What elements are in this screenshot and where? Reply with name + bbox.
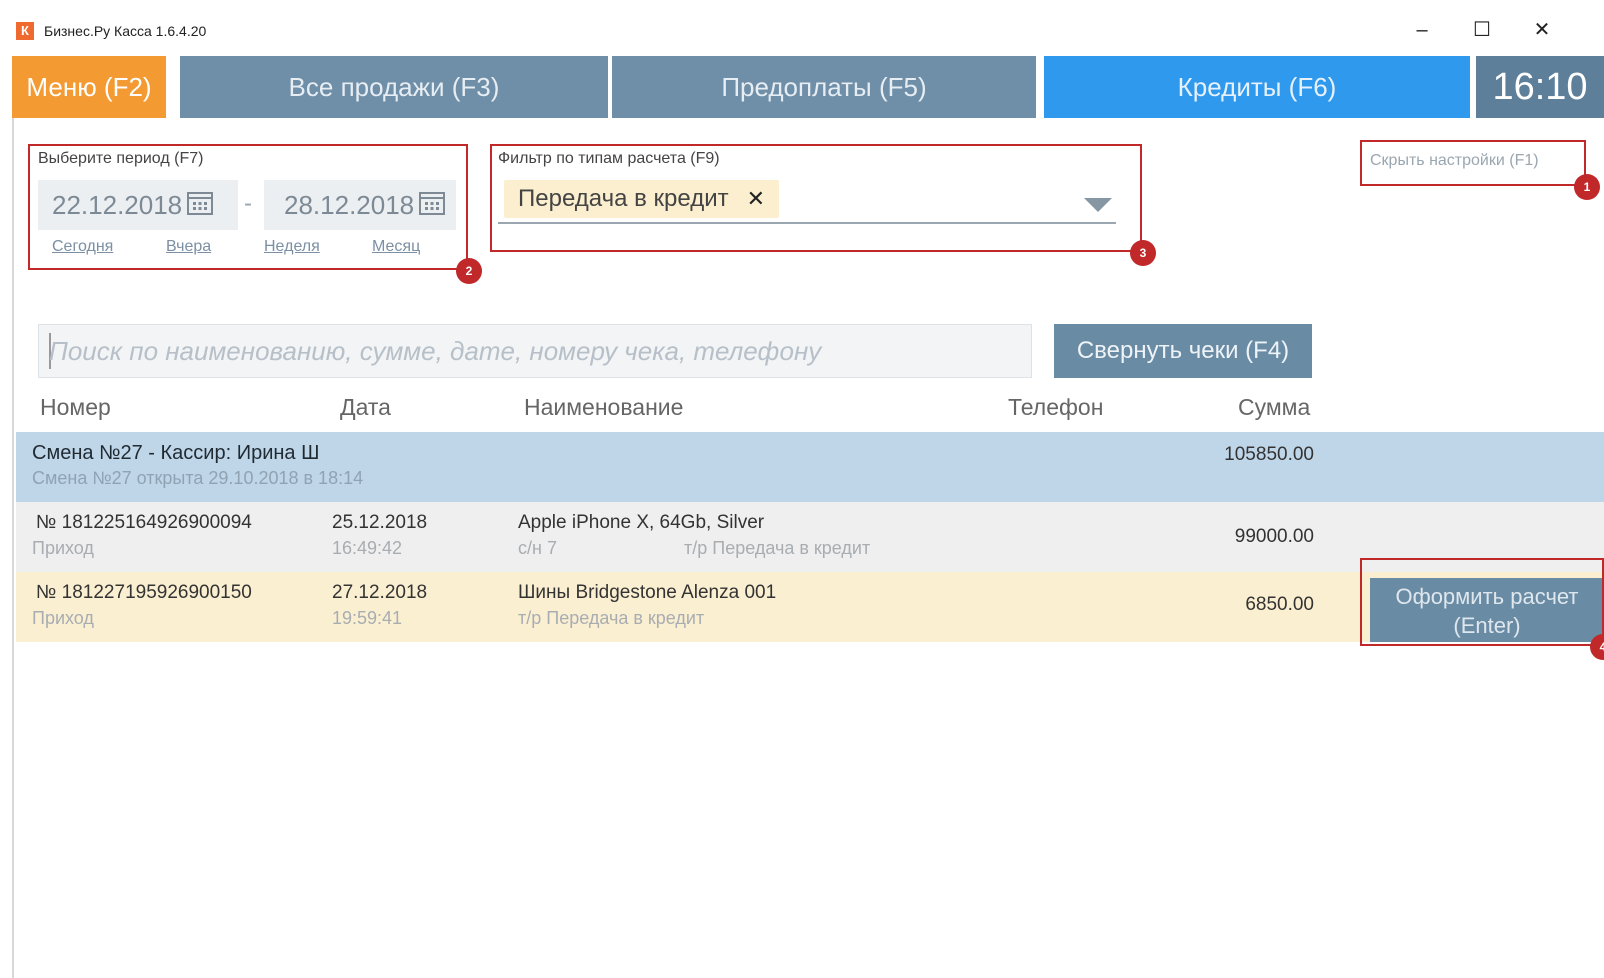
filter-chip-label: Передача в кредит [518, 185, 729, 212]
period-label: Выберите период (F7) [38, 150, 204, 167]
minimize-button[interactable]: – [1402, 14, 1442, 46]
menu-button[interactable]: Меню (F2) [12, 56, 166, 118]
filter-chip: Передача в кредит ✕ [504, 180, 780, 218]
pay-highlight [1360, 558, 1604, 646]
search-input[interactable] [49, 333, 1009, 369]
calendar-icon[interactable] [186, 190, 214, 216]
item-serial: с/н 7 [518, 538, 557, 558]
shift-title: Смена №27 - Кассир: Ирина Ш [32, 442, 320, 464]
column-number[interactable]: Номер [40, 394, 111, 421]
window-title: Бизнес.Ру Касса 1.6.4.20 [44, 23, 207, 39]
badge-1: 1 [1574, 174, 1600, 200]
date-to-value: 28.12.2018 [284, 190, 415, 220]
column-name[interactable]: Наименование [524, 394, 683, 421]
payment-type: т/р Передача в кредит [684, 538, 871, 558]
quick-today-link[interactable]: Сегодня [52, 238, 113, 256]
receipt-amount: 6850.00 [1245, 594, 1314, 615]
badge-4: 4 [1590, 634, 1604, 660]
shift-total: 105850.00 [1224, 444, 1314, 465]
calendar-icon[interactable] [418, 190, 446, 216]
receipt-date: 25.12.2018 [332, 512, 428, 533]
receipt-date: 27.12.2018 [332, 582, 428, 603]
collapse-receipts-button[interactable]: Свернуть чеки (F4) [1054, 324, 1312, 378]
column-date[interactable]: Дата [340, 394, 391, 421]
column-phone[interactable]: Телефон [1008, 394, 1103, 421]
filter-label: Фильтр по типам расчета (F9) [498, 150, 720, 167]
hide-settings-link[interactable]: Скрыть настройки (F1) [1370, 152, 1539, 170]
date-from-field[interactable]: 22.12.2018 [38, 180, 238, 230]
receipt-time: 19:59:41 [332, 608, 403, 628]
shift-row[interactable]: Смена №27 - Кассир: Ирина Ш Смена №27 от… [16, 432, 1604, 502]
badge-3: 3 [1130, 240, 1156, 266]
maximize-button[interactable]: ☐ [1462, 14, 1502, 46]
clock: 16:10 [1476, 56, 1604, 118]
receipt-type: Приход [32, 608, 94, 628]
date-separator: - [244, 190, 252, 217]
date-to-field[interactable]: 28.12.2018 [264, 180, 456, 230]
quick-month-link[interactable]: Месяц [372, 238, 420, 256]
title-bar: К Бизнес.Ру Касса 1.6.4.20 – ☐ ✕ [0, 0, 1604, 58]
receipt-time: 16:49:42 [332, 538, 403, 558]
badge-2: 2 [456, 258, 482, 284]
chip-remove-icon[interactable]: ✕ [747, 186, 765, 211]
dropdown-arrow-icon[interactable] [1084, 198, 1112, 212]
tab-prepayments[interactable]: Предоплаты (F5) [612, 56, 1036, 118]
receipt-number: № 181227195926900150 [36, 582, 252, 603]
item-name: Шины Bridgestone Alenza 001 [518, 582, 777, 603]
item-name: Apple iPhone X, 64Gb, Silver [518, 512, 765, 533]
filter-underline [498, 222, 1116, 224]
search-field[interactable] [38, 324, 1032, 378]
receipt-amount: 99000.00 [1234, 526, 1314, 547]
shift-subtitle: Смена №27 открыта 29.10.2018 в 18:14 [32, 468, 364, 488]
receipt-number: № 181225164926900094 [36, 512, 252, 533]
panel-border [12, 118, 14, 978]
payment-type: т/р Передача в кредит [518, 608, 705, 628]
date-from-value: 22.12.2018 [52, 190, 183, 220]
receipt-type: Приход [32, 538, 94, 558]
app-logo-icon: К [16, 22, 34, 40]
quick-week-link[interactable]: Неделя [264, 238, 320, 256]
tab-all-sales[interactable]: Все продажи (F3) [180, 56, 608, 118]
column-amount[interactable]: Сумма [1238, 394, 1310, 421]
close-button[interactable]: ✕ [1522, 14, 1562, 46]
quick-yesterday-link[interactable]: Вчера [166, 238, 211, 256]
tab-credits[interactable]: Кредиты (F6) [1044, 56, 1470, 118]
